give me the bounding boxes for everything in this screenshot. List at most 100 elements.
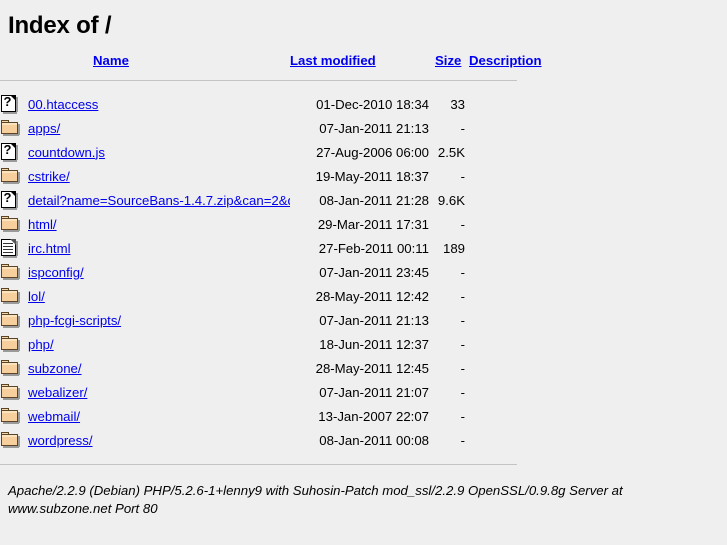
column-header-icon bbox=[0, 40, 28, 68]
row-name-cell[interactable]: ispconfig/ bbox=[28, 260, 290, 284]
row-description-cell bbox=[469, 284, 519, 308]
row-name-cell[interactable]: cstrike/ bbox=[28, 164, 290, 188]
row-last-modified-cell: 29-Mar-2011 17:31 bbox=[317, 216, 429, 232]
table-row: php-fcgi-scripts/07-Jan-2011 21:13 - bbox=[0, 308, 519, 332]
row-name-cell[interactable]: irc.html bbox=[28, 236, 290, 260]
file-link[interactable]: html/ bbox=[28, 217, 57, 232]
footer-divider bbox=[0, 463, 517, 465]
table-row: php/18-Jun-2011 12:37 - bbox=[0, 332, 519, 356]
row-last-modified-cell: 27-Feb-2011 00:11 bbox=[318, 240, 429, 256]
file-link[interactable]: subzone/ bbox=[28, 361, 82, 376]
table-row: lol/28-May-2011 12:42 - bbox=[0, 284, 519, 308]
folder-icon bbox=[0, 333, 20, 355]
table-row: irc.html 27-Feb-2011 00:11 189 bbox=[0, 236, 519, 260]
file-link[interactable]: apps/ bbox=[28, 121, 60, 136]
row-description-cell bbox=[469, 356, 519, 380]
row-size-cell: 9.6K bbox=[437, 192, 465, 208]
row-icon-cell: ? bbox=[0, 92, 28, 116]
file-link[interactable]: lol/ bbox=[28, 289, 45, 304]
table-row: webalizer/07-Jan-2011 21:07 - bbox=[0, 380, 519, 404]
footer-rule-row bbox=[0, 452, 519, 476]
file-link[interactable]: webalizer/ bbox=[28, 385, 87, 400]
file-link[interactable]: php/ bbox=[28, 337, 54, 352]
column-header-size[interactable]: Size bbox=[435, 40, 469, 68]
row-icon-cell: ? bbox=[0, 140, 28, 164]
file-link[interactable]: php-fcgi-scripts/ bbox=[28, 313, 121, 328]
table-row: subzone/28-May-2011 12:45 - bbox=[0, 356, 519, 380]
file-link[interactable]: wordpress/ bbox=[28, 433, 93, 448]
row-name-cell[interactable]: php/ bbox=[28, 332, 290, 356]
row-icon-cell bbox=[0, 308, 28, 332]
row-name-cell[interactable]: lol/ bbox=[28, 284, 290, 308]
folder-icon bbox=[0, 285, 20, 307]
row-description-cell bbox=[469, 404, 519, 428]
row-size-cell: 2.5K bbox=[437, 144, 465, 160]
row-last-modified-cell: 07-Jan-2011 23:45 bbox=[319, 264, 429, 280]
folder-icon bbox=[0, 357, 20, 379]
folder-icon bbox=[0, 405, 20, 427]
column-header-name[interactable]: Name bbox=[28, 40, 290, 68]
row-name-cell[interactable]: countdown.js bbox=[28, 140, 290, 164]
folder-icon bbox=[0, 165, 20, 187]
row-description-cell bbox=[469, 308, 519, 332]
table-footer bbox=[0, 452, 519, 476]
sort-by-size-link[interactable]: Size bbox=[435, 53, 461, 68]
table-row: html/29-Mar-2011 17:31 - bbox=[0, 212, 519, 236]
sort-by-last-modified-link[interactable]: Last modified bbox=[290, 53, 376, 68]
row-name-cell[interactable]: 00.htaccess bbox=[28, 92, 290, 116]
row-name-cell[interactable]: apps/ bbox=[28, 116, 290, 140]
row-icon-cell bbox=[0, 212, 28, 236]
sort-by-description-link[interactable]: Description bbox=[469, 53, 542, 68]
row-last-modified-cell: 07-Jan-2011 21:07 bbox=[319, 384, 429, 400]
row-icon-cell bbox=[0, 380, 28, 404]
page-title: Index of / bbox=[8, 12, 112, 39]
row-name-cell[interactable]: php-fcgi-scripts/ bbox=[28, 308, 290, 332]
file-link[interactable]: webmail/ bbox=[28, 409, 80, 424]
row-name-cell[interactable]: wordpress/ bbox=[28, 428, 290, 452]
column-header-description[interactable]: Description bbox=[469, 40, 542, 68]
row-last-modified-cell: 19-May-2011 18:37 bbox=[315, 168, 429, 184]
row-icon-cell bbox=[0, 236, 28, 260]
column-header-last-modified[interactable]: Last modified bbox=[290, 40, 435, 68]
folder-icon bbox=[0, 261, 20, 283]
row-description-cell bbox=[469, 116, 519, 140]
row-size-cell: - bbox=[460, 360, 465, 376]
row-icon-cell bbox=[0, 356, 28, 380]
row-size-cell: - bbox=[460, 288, 465, 304]
row-description-cell bbox=[469, 188, 519, 212]
file-link[interactable]: ispconfig/ bbox=[28, 265, 84, 280]
row-icon-cell bbox=[0, 284, 28, 308]
unknown-file-icon: ? bbox=[0, 189, 20, 211]
table-row: apps/07-Jan-2011 21:13 - bbox=[0, 116, 519, 140]
text-file-icon bbox=[0, 237, 20, 259]
row-last-modified-cell: 28-May-2011 12:42 bbox=[315, 288, 429, 304]
table-row: ispconfig/07-Jan-2011 23:45 - bbox=[0, 260, 519, 284]
row-name-cell[interactable]: webmail/ bbox=[28, 404, 290, 428]
row-name-cell[interactable]: detail?name=SourceBans-1.4.7.zip&can=2&q… bbox=[28, 188, 290, 212]
row-name-cell[interactable]: webalizer/ bbox=[28, 380, 290, 404]
table-row: ? countdown.js 27-Aug-2006 06:00 2.5K bbox=[0, 140, 519, 164]
row-name-cell[interactable]: html/ bbox=[28, 212, 290, 236]
table-row: ? 00.htaccess 01-Dec-2010 18:34 33 bbox=[0, 92, 519, 116]
row-icon-cell bbox=[0, 260, 28, 284]
row-name-cell[interactable]: subzone/ bbox=[28, 356, 290, 380]
row-description-cell bbox=[469, 164, 519, 188]
file-link[interactable]: 00.htaccess bbox=[28, 97, 98, 112]
file-link[interactable]: irc.html bbox=[28, 241, 71, 256]
header-divider bbox=[0, 79, 517, 81]
folder-icon bbox=[0, 429, 20, 451]
row-size-cell: - bbox=[460, 216, 465, 232]
file-link[interactable]: countdown.js bbox=[28, 145, 105, 160]
row-last-modified-cell: 18-Jun-2011 12:37 bbox=[319, 336, 429, 352]
row-size-cell: - bbox=[460, 432, 465, 448]
row-icon-cell bbox=[0, 404, 28, 428]
row-size-cell: 33 bbox=[450, 96, 465, 112]
row-icon-cell bbox=[0, 164, 28, 188]
server-signature: Apache/2.2.9 (Debian) PHP/5.2.6-1+lenny9… bbox=[8, 483, 623, 516]
table-header-row: Name Last modified Size Description bbox=[0, 40, 542, 68]
unknown-file-icon: ? bbox=[0, 93, 20, 115]
row-description-cell bbox=[469, 92, 519, 116]
file-link[interactable]: detail?name=SourceBans-1.4.7.zip&can=2&q… bbox=[28, 193, 290, 208]
sort-by-name-link[interactable]: Name bbox=[93, 53, 129, 68]
file-link[interactable]: cstrike/ bbox=[28, 169, 70, 184]
